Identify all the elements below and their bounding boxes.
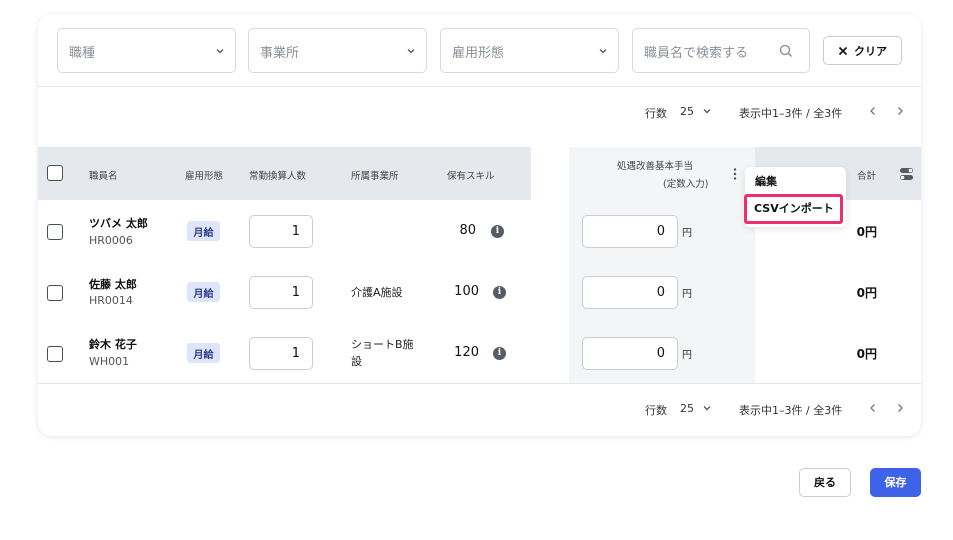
skill-value: 80 [459,223,476,238]
job-type-select[interactable]: 職種 [57,28,236,73]
clear-label: クリア [854,44,887,58]
column-menu-icon[interactable] [732,167,738,181]
pagination-bottom: 行数 25 表示中1–3件 / 全3件 [645,399,915,419]
header-total: 合計 [857,171,877,182]
office-name: ショートB施設 [351,338,414,368]
employment-badge: 月給 [187,221,220,241]
close-icon [838,46,848,55]
office-name: 介護A施設 [351,286,403,299]
header-allowance-note: (定数入力) [663,179,709,190]
total-value: 0円 [856,347,877,361]
staff-code: HR0006 [89,234,133,247]
employment-type-select[interactable]: 雇用形態 [440,28,619,73]
filter-bar: 職種 事業所 雇用形態 職員名で検索する クリア [38,14,921,87]
rows-label: 行数 [645,404,667,417]
header-name: 職員名 [89,171,118,182]
job-type-placeholder: 職種 [69,46,96,61]
skill-value: 120 [454,345,479,360]
allowance-input[interactable]: 0 [582,215,678,248]
fte-input[interactable]: 1 [249,215,313,248]
chevron-left-icon[interactable] [868,403,878,413]
staff-table-card: 職種 事業所 雇用形態 職員名で検索する クリア 行数 25 表示中1–3件 /… [38,14,921,436]
staff-search-input[interactable]: 職員名で検索する [632,28,810,73]
header-office: 所属事業所 [351,171,399,182]
chevron-down-icon [599,49,607,54]
row-checkbox[interactable] [47,285,63,301]
yen-unit: 円 [682,289,692,300]
info-icon[interactable]: i [491,225,504,238]
row-checkbox[interactable] [47,346,63,362]
skill-value: 100 [454,284,479,299]
header-allowance: 処遇改善基本手当 [617,161,694,172]
chevron-down-icon [216,49,224,54]
header-skill: 保有スキル [447,171,495,182]
staff-name: ツバメ 太郎 [89,217,148,230]
yen-unit: 円 [682,228,692,239]
info-icon[interactable]: i [493,347,506,360]
chevron-right-icon[interactable] [895,403,905,413]
chevron-down-icon [407,49,415,54]
range-text: 表示中1–3件 / 全3件 [739,107,843,120]
chevron-right-icon[interactable] [895,106,905,116]
fte-input[interactable]: 1 [249,276,313,309]
chevron-left-icon[interactable] [868,106,878,116]
back-button[interactable]: 戻る [799,468,851,497]
office-select[interactable]: 事業所 [248,28,427,73]
employment-badge: 月給 [187,282,220,302]
header-fte: 常勤換算人数 [249,171,307,182]
staff-name: 佐藤 太郎 [89,278,137,291]
total-value: 0円 [856,286,877,300]
save-button[interactable]: 保存 [870,468,921,497]
staff-code: HR0014 [89,294,133,307]
pagination-top: 行数 25 表示中1–3件 / 全3件 [645,102,915,122]
column-settings-toggle-icon[interactable] [899,166,915,182]
rows-label: 行数 [645,107,667,120]
staff-code: WH001 [89,355,130,368]
select-all-checkbox[interactable] [47,165,63,181]
chevron-down-icon[interactable] [702,403,712,413]
menu-item-csv-import[interactable]: CSVインポート [744,194,843,224]
menu-item-edit[interactable]: 編集 [755,173,777,189]
range-text: 表示中1–3件 / 全3件 [739,404,843,417]
divider [38,86,921,87]
office-placeholder: 事業所 [260,46,300,61]
employment-type-placeholder: 雇用形態 [452,46,505,61]
rows-per-page-select[interactable]: 25 [680,105,694,118]
column-menu: 編集 CSVインポート [744,167,846,227]
search-placeholder: 職員名で検索する [644,46,749,61]
yen-unit: 円 [682,350,692,361]
employment-badge: 月給 [187,343,220,363]
divider [38,383,921,384]
fte-input[interactable]: 1 [249,337,313,370]
info-icon[interactable]: i [493,286,506,299]
header-employment: 雇用形態 [185,171,224,182]
staff-name: 鈴木 花子 [89,338,137,351]
clear-filters-button[interactable]: クリア [823,36,902,65]
rows-per-page-select[interactable]: 25 [680,402,694,415]
allowance-input[interactable]: 0 [582,337,678,370]
search-icon [779,44,792,57]
allowance-input[interactable]: 0 [582,276,678,309]
row-checkbox[interactable] [47,224,63,240]
chevron-down-icon[interactable] [702,106,712,116]
